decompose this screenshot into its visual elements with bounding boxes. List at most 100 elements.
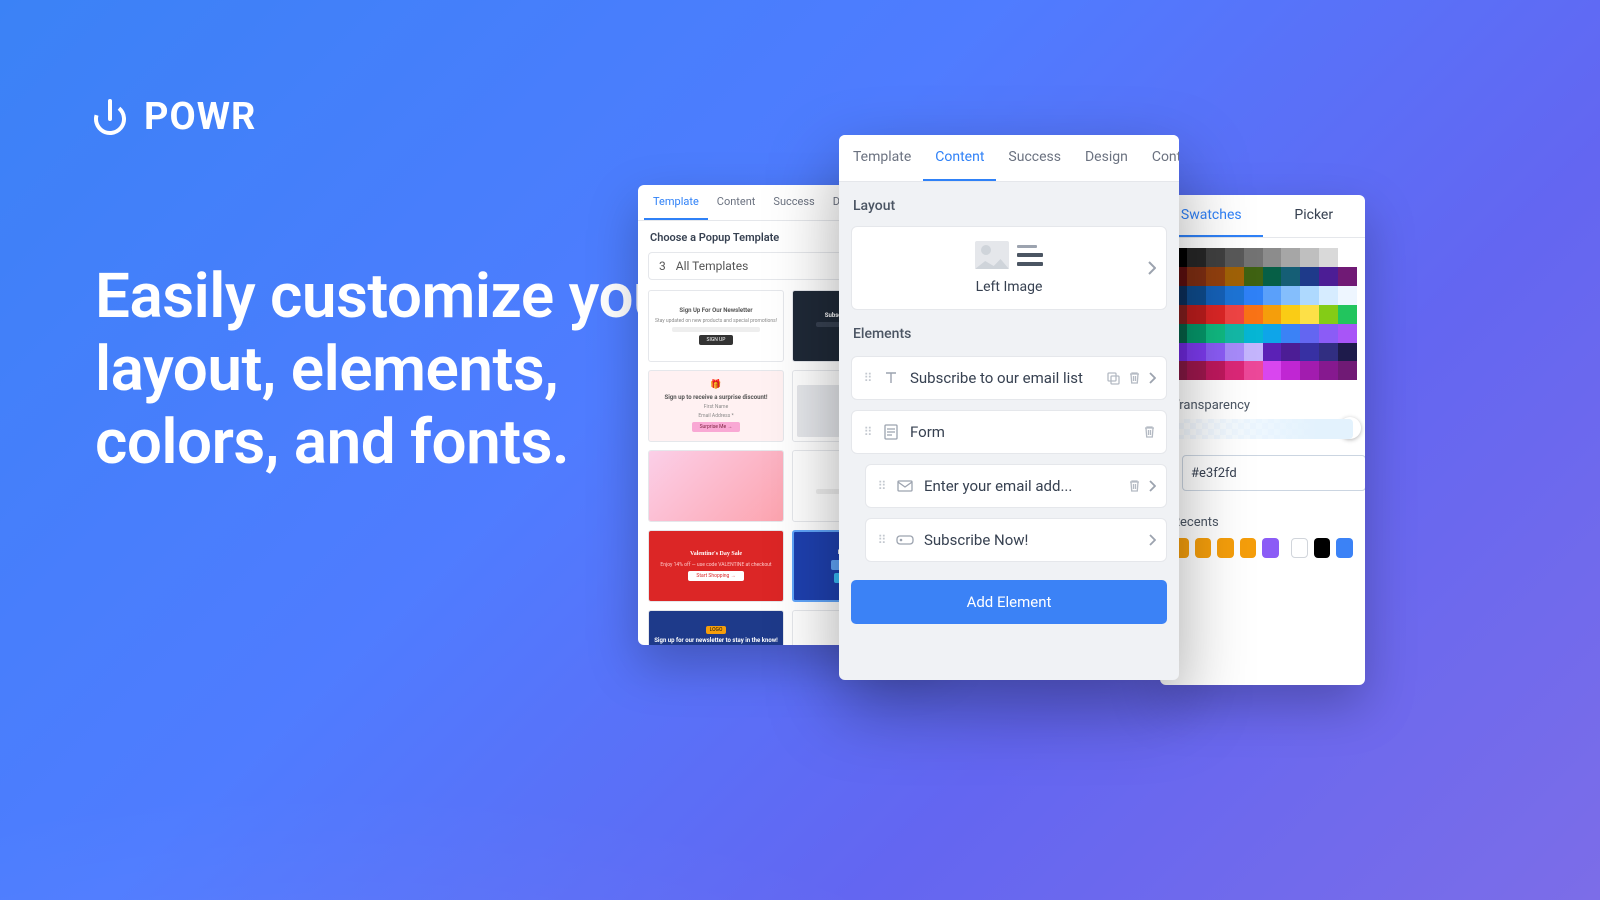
hex-input[interactable]	[1182, 455, 1365, 491]
color-swatch[interactable]	[1319, 343, 1338, 362]
color-swatch[interactable]	[1338, 361, 1357, 380]
color-swatch[interactable]	[1300, 248, 1319, 267]
tab-picker[interactable]: Picker	[1263, 195, 1366, 237]
color-swatch[interactable]	[1187, 248, 1206, 267]
color-swatch[interactable]	[1281, 343, 1300, 362]
color-swatch[interactable]	[1338, 286, 1357, 305]
color-swatch[interactable]	[1225, 286, 1244, 305]
recent-color[interactable]	[1314, 538, 1331, 558]
color-swatch[interactable]	[1263, 267, 1282, 286]
color-swatch[interactable]	[1338, 324, 1357, 343]
color-swatch[interactable]	[1300, 286, 1319, 305]
template-thumb[interactable]: 🎁Sign up to receive a surprise discount!…	[648, 370, 784, 442]
color-swatch[interactable]	[1206, 267, 1225, 286]
color-swatch[interactable]	[1225, 324, 1244, 343]
tab-template[interactable]: Template	[644, 185, 708, 220]
color-swatch[interactable]	[1187, 324, 1206, 343]
drag-handle-icon[interactable]: ⠿	[862, 429, 872, 435]
color-swatch[interactable]	[1206, 361, 1225, 380]
color-swatch[interactable]	[1187, 305, 1206, 324]
color-swatch[interactable]	[1300, 361, 1319, 380]
color-swatch[interactable]	[1319, 248, 1338, 267]
tab-success[interactable]: Success	[764, 185, 823, 220]
color-swatch[interactable]	[1319, 361, 1338, 380]
template-thumb[interactable]	[648, 450, 784, 522]
tab-controls[interactable]: Controls	[1140, 135, 1179, 181]
color-swatch[interactable]	[1187, 361, 1206, 380]
color-swatch[interactable]	[1319, 267, 1338, 286]
color-swatch[interactable]	[1244, 343, 1263, 362]
color-swatch[interactable]	[1281, 324, 1300, 343]
color-swatch[interactable]	[1244, 267, 1263, 286]
color-swatch[interactable]	[1244, 324, 1263, 343]
color-swatch[interactable]	[1263, 286, 1282, 305]
color-swatch[interactable]	[1244, 286, 1263, 305]
color-swatch[interactable]	[1225, 305, 1244, 324]
element-row-form[interactable]: ⠿ Form	[851, 410, 1167, 454]
color-swatch[interactable]	[1338, 267, 1357, 286]
color-swatch[interactable]	[1338, 305, 1357, 324]
element-row-button[interactable]: ⠿ Subscribe Now!	[865, 518, 1167, 562]
color-swatch[interactable]	[1244, 248, 1263, 267]
color-swatch[interactable]	[1281, 361, 1300, 380]
color-swatch[interactable]	[1281, 248, 1300, 267]
color-swatch[interactable]	[1206, 305, 1225, 324]
color-swatch[interactable]	[1263, 343, 1282, 362]
color-swatch[interactable]	[1300, 305, 1319, 324]
color-swatch[interactable]	[1300, 267, 1319, 286]
color-swatch[interactable]	[1319, 324, 1338, 343]
tab-content[interactable]: Content	[923, 135, 996, 181]
color-swatch[interactable]	[1225, 361, 1244, 380]
color-swatch[interactable]	[1263, 324, 1282, 343]
color-swatch[interactable]	[1338, 248, 1357, 267]
recent-color[interactable]	[1195, 538, 1212, 558]
recent-color[interactable]	[1262, 538, 1279, 558]
recent-color[interactable]	[1240, 538, 1257, 558]
color-swatch[interactable]	[1225, 248, 1244, 267]
drag-handle-icon[interactable]: ⠿	[862, 375, 872, 381]
element-row-text[interactable]: ⠿ Subscribe to our email list	[851, 356, 1167, 400]
color-swatch[interactable]	[1187, 267, 1206, 286]
template-thumb[interactable]: Sign Up For Our NewsletterStay updated o…	[648, 290, 784, 362]
drag-handle-icon[interactable]: ⠿	[876, 483, 886, 489]
template-thumb[interactable]: Valentine's Day SaleEnjoy 14% off — use …	[648, 530, 784, 602]
color-swatch[interactable]	[1206, 248, 1225, 267]
color-swatch[interactable]	[1187, 343, 1206, 362]
element-row-email[interactable]: ⠿ Enter your email add...	[865, 464, 1167, 508]
color-swatch[interactable]	[1300, 324, 1319, 343]
color-swatch[interactable]	[1206, 324, 1225, 343]
color-swatch[interactable]	[1281, 305, 1300, 324]
recent-color[interactable]	[1336, 538, 1353, 558]
color-swatch[interactable]	[1263, 248, 1282, 267]
color-swatch[interactable]	[1263, 361, 1282, 380]
template-thumb[interactable]: LOGOSign up for our newsletter to stay i…	[648, 610, 784, 645]
color-swatch[interactable]	[1225, 343, 1244, 362]
color-swatch[interactable]	[1244, 305, 1263, 324]
color-swatch[interactable]	[1319, 286, 1338, 305]
color-swatch[interactable]	[1263, 305, 1282, 324]
tab-template[interactable]: Template	[841, 135, 923, 181]
slider-knob[interactable]	[1339, 417, 1361, 439]
color-swatch[interactable]	[1206, 286, 1225, 305]
color-swatch[interactable]	[1187, 286, 1206, 305]
color-swatch[interactable]	[1338, 343, 1357, 362]
trash-icon[interactable]	[1143, 425, 1156, 439]
color-swatch[interactable]	[1300, 343, 1319, 362]
recent-color[interactable]	[1291, 538, 1308, 558]
layout-option-card[interactable]: Left Image	[851, 226, 1167, 310]
color-swatch[interactable]	[1206, 343, 1225, 362]
color-swatch[interactable]	[1281, 286, 1300, 305]
trash-icon[interactable]	[1128, 371, 1141, 385]
add-element-button[interactable]: Add Element	[851, 580, 1167, 624]
duplicate-icon[interactable]	[1106, 371, 1120, 385]
trash-icon[interactable]	[1128, 479, 1141, 493]
color-swatch[interactable]	[1281, 267, 1300, 286]
recent-color[interactable]	[1217, 538, 1234, 558]
color-swatch[interactable]	[1244, 361, 1263, 380]
tab-success[interactable]: Success	[996, 135, 1073, 181]
tab-design[interactable]: Design	[1073, 135, 1140, 181]
drag-handle-icon[interactable]: ⠿	[876, 537, 886, 543]
tab-content[interactable]: Content	[708, 185, 765, 220]
color-swatch[interactable]	[1319, 305, 1338, 324]
color-swatch[interactable]	[1225, 267, 1244, 286]
